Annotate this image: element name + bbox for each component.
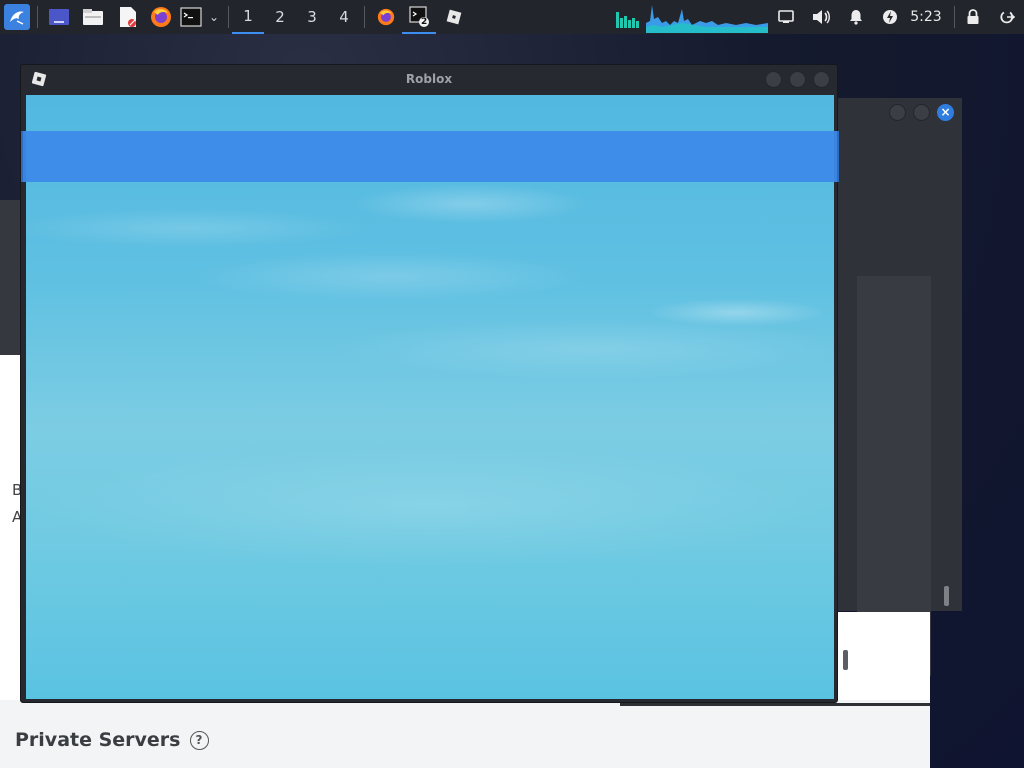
background-window: × (836, 98, 962, 676)
taskbar-separator (37, 6, 38, 28)
roblox-window: Roblox (20, 64, 839, 703)
roblox-close-button[interactable] (813, 71, 830, 88)
close-button[interactable]: × (937, 104, 954, 121)
terminal-badge: 2 (421, 17, 428, 27)
roblox-game-viewport[interactable] (26, 95, 834, 699)
file-manager-icon[interactable] (80, 0, 106, 34)
browser-left-content: B A (0, 355, 22, 700)
maximize-button[interactable] (913, 104, 930, 121)
private-servers-title: Private Servers (15, 729, 181, 751)
roblox-titlebar[interactable]: Roblox (21, 65, 837, 94)
taskbar: ⌄ 1 2 3 4 2 5:23 (0, 0, 1024, 34)
taskbar-separator (954, 6, 955, 28)
workspace-3[interactable]: 3 (296, 0, 328, 34)
roblox-maximize-button[interactable] (789, 71, 806, 88)
workspace-1[interactable]: 1 (232, 0, 264, 34)
roblox-window-title: Roblox (405, 72, 453, 86)
private-servers-heading: Private Servers ? (15, 729, 209, 751)
taskbar-separator (228, 6, 229, 28)
workspace-2[interactable]: 2 (264, 0, 296, 34)
terminal-icon[interactable] (179, 0, 203, 34)
roblox-top-bar (21, 131, 839, 182)
help-icon[interactable]: ? (189, 730, 209, 750)
firefox-task-icon[interactable] (372, 0, 400, 34)
firefox-icon[interactable] (148, 0, 174, 34)
cpu-graph-icon[interactable] (614, 0, 642, 34)
kali-menu-icon[interactable] (3, 0, 31, 34)
scrollbar-thumb[interactable] (944, 586, 949, 606)
power-manager-icon[interactable] (879, 0, 901, 34)
clock[interactable]: 5:23 (906, 0, 946, 34)
show-desktop-icon[interactable] (46, 0, 72, 34)
workspace-4[interactable]: 4 (328, 0, 360, 34)
browser-left-panel (0, 200, 22, 355)
minimize-button[interactable] (889, 104, 906, 121)
browser-scrollbar-thumb[interactable] (843, 650, 848, 670)
roblox-task-icon[interactable] (442, 0, 466, 34)
notification-bell-icon[interactable] (845, 0, 867, 34)
text-editor-icon[interactable] (115, 0, 141, 34)
network-icon[interactable] (776, 0, 796, 34)
chevron-down-icon[interactable]: ⌄ (205, 0, 223, 34)
taskbar-separator (364, 6, 365, 28)
browser-divider (620, 703, 930, 706)
roblox-minimize-button[interactable] (765, 71, 782, 88)
logout-icon[interactable] (996, 0, 1018, 34)
terminal-task-icon[interactable]: 2 (402, 0, 436, 34)
volume-icon[interactable] (808, 0, 834, 34)
browser-content-area (836, 612, 930, 704)
network-graph-icon[interactable] (646, 0, 768, 34)
lock-icon[interactable] (962, 0, 984, 34)
